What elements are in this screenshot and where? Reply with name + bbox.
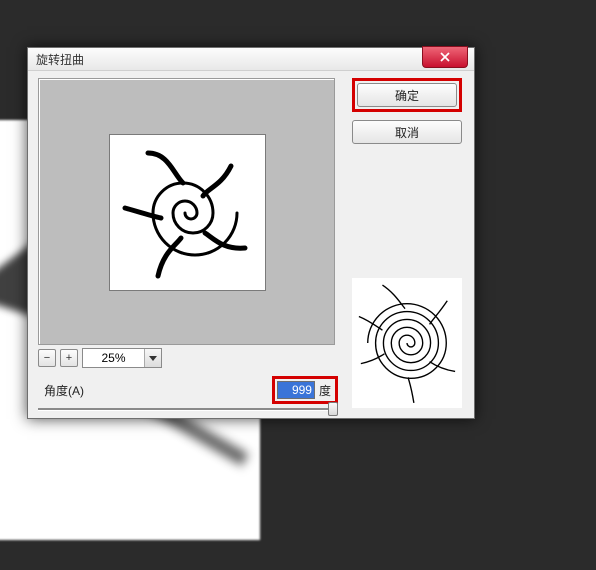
preview-image — [109, 134, 266, 291]
ok-button-highlight: 确定 — [352, 78, 462, 112]
slider-track — [38, 408, 338, 410]
cancel-button[interactable]: 取消 — [352, 120, 462, 144]
twirl-dialog: 旋转扭曲 — [27, 47, 475, 419]
angle-row: 角度(A) 度 — [38, 378, 338, 402]
titlebar[interactable]: 旋转扭曲 — [28, 48, 474, 71]
angle-label: 角度(A) — [38, 382, 84, 399]
dialog-body: − + 25% 角度(A) 度 确定 取消 — [38, 78, 464, 408]
preview-area[interactable] — [38, 78, 335, 345]
zoom-select[interactable]: 25% — [82, 348, 162, 368]
zoom-in-button[interactable]: + — [60, 349, 78, 367]
zoom-controls: − + 25% — [38, 348, 336, 368]
chevron-down-icon — [144, 349, 161, 367]
dialog-title: 旋转扭曲 — [36, 51, 84, 68]
effect-direction-preview — [352, 278, 462, 408]
twirl-preview-icon — [113, 138, 263, 288]
ok-button[interactable]: 确定 — [357, 83, 457, 107]
slider-thumb[interactable] — [328, 402, 338, 416]
angle-slider[interactable] — [38, 404, 338, 416]
close-button[interactable] — [422, 46, 468, 68]
angle-unit: 度 — [319, 382, 333, 399]
dialog-buttons: 确定 取消 — [352, 78, 462, 144]
spiral-icon — [353, 280, 461, 406]
zoom-value: 25% — [83, 351, 144, 365]
angle-input-highlight: 度 — [272, 376, 338, 404]
close-icon — [439, 52, 451, 62]
angle-input[interactable] — [277, 381, 315, 399]
zoom-out-button[interactable]: − — [38, 349, 56, 367]
